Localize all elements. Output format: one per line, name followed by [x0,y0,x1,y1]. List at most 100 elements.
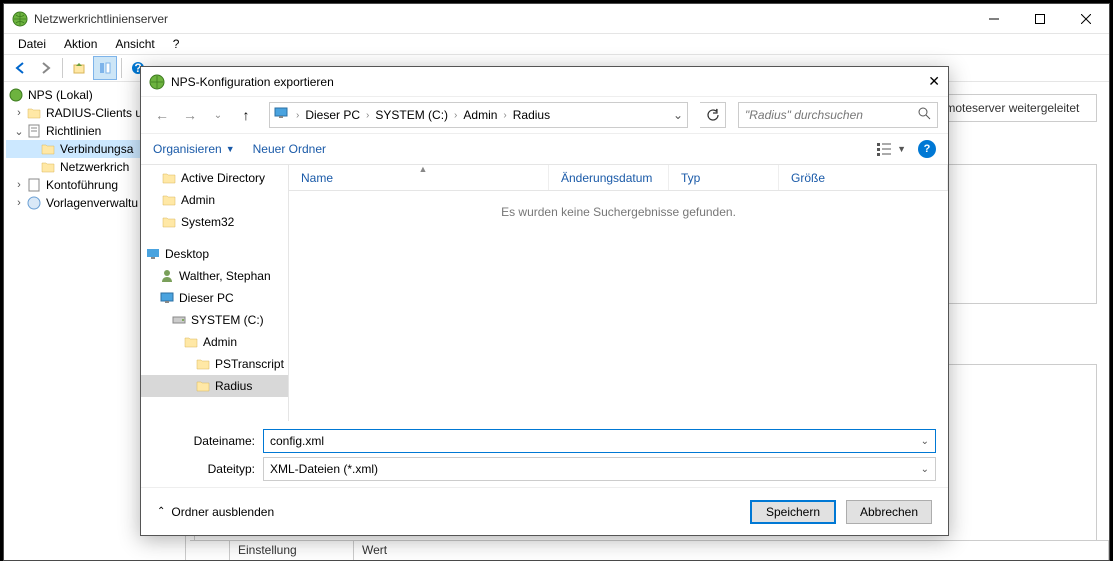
tree-item-admin2[interactable]: Admin [141,331,288,353]
tree-item-label: Kontoführung [46,178,118,192]
breadcrumb-radius[interactable]: Radius [509,108,554,122]
folder-icon [40,141,56,157]
dialog-titlebar: NPS-Konfiguration exportieren ✕ [141,67,948,97]
breadcrumb-drive[interactable]: SYSTEM (C:) [371,108,452,122]
menu-file[interactable]: Datei [10,35,54,53]
filename-input[interactable]: config.xml ⌄ [263,429,936,453]
expand-icon[interactable]: › [12,197,26,209]
tree-item-drive[interactable]: SYSTEM (C:) [141,309,288,331]
tree-item-thispc[interactable]: Dieser PC [141,287,288,309]
tree-item-label: Richtlinien [46,124,101,138]
sort-asc-icon: ▲ [419,164,428,174]
help-button[interactable]: ? [918,140,936,158]
chevron-right-icon[interactable]: › [452,110,459,121]
dialog-fields: Dateiname: config.xml ⌄ Dateityp: XML-Da… [141,421,948,487]
user-icon [159,268,175,284]
save-button[interactable]: Speichern [750,500,836,524]
tree-item-label: Netzwerkrich [60,160,129,174]
filename-label: Dateiname: [153,434,263,448]
close-button[interactable] [1063,4,1109,33]
chevron-down-icon[interactable]: ⌄ [921,464,929,475]
expand-icon[interactable]: › [12,179,26,191]
chevron-down-icon[interactable]: ⌄ [673,108,683,122]
chevron-down-icon: ▼ [897,144,906,154]
breadcrumb-pc[interactable]: Dieser PC [301,108,364,122]
export-dialog: NPS-Konfiguration exportieren ✕ ← → ⌄ ↑ … [140,66,949,536]
new-folder-button[interactable]: Neuer Ordner [253,142,326,156]
search-icon [918,107,931,123]
nps-app-icon [149,74,165,90]
breadcrumb-admin[interactable]: Admin [459,108,501,122]
column-name-label: Name [301,171,333,185]
column-size[interactable]: Größe [779,165,948,190]
tree-root-label: NPS (Lokal) [28,88,93,102]
drive-icon [171,312,187,328]
organize-button[interactable]: Organisieren ▼ [153,142,235,156]
breadcrumb[interactable]: › Dieser PC › SYSTEM (C:) › Admin › Radi… [269,102,688,128]
dialog-footer: ⌃ Ordner ausblenden Speichern Abbrechen [141,487,948,535]
chevron-right-icon[interactable]: › [501,110,508,121]
monitor-icon [274,107,290,123]
hide-folders-label: Ordner ausblenden [171,505,274,519]
folder-icon [161,214,177,230]
menu-help[interactable]: ? [165,35,188,53]
up-button[interactable] [67,56,91,80]
tree-item-user[interactable]: Walther, Stephan [141,265,288,287]
nav-up-button[interactable]: ↑ [235,104,257,126]
tree-item-admin[interactable]: Admin [141,189,288,211]
column-date[interactable]: Änderungsdatum [549,165,669,190]
bottom-col-setting[interactable]: Einstellung [230,541,354,560]
cancel-button[interactable]: Abbrechen [846,500,932,524]
tree-item-label: Vorlagenverwaltu [46,196,138,210]
nav-back-button[interactable]: ← [151,104,173,126]
dialog-close-button[interactable]: ✕ [908,73,940,90]
maximize-button[interactable] [1017,4,1063,33]
chevron-right-icon[interactable]: › [294,110,301,121]
hide-folders-button[interactable]: ⌃ Ordner ausblenden [157,505,274,519]
folder-icon [40,159,56,175]
chevron-down-icon[interactable]: ⌄ [921,436,929,447]
tree-label: Desktop [165,247,209,261]
nav-history-button[interactable]: ⌄ [207,104,229,126]
dialog-nav: ← → ⌄ ↑ › Dieser PC › SYSTEM (C:) › Admi… [141,97,948,133]
tree-item-system32[interactable]: System32 [141,211,288,233]
filetype-combo[interactable]: XML-Dateien (*.xml) ⌄ [263,457,936,481]
filetype-label: Dateityp: [153,462,263,476]
column-name[interactable]: Name ▲ [289,165,549,190]
expand-icon[interactable]: › [12,107,26,119]
tree-label: Admin [203,335,237,349]
collapse-icon[interactable]: ⌄ [12,125,26,138]
tree-label: Active Directory [181,171,265,185]
search-placeholder: "Radius" durchsuchen [745,108,918,122]
empty-results-text: Es wurden keine Suchergebnisse gefunden. [289,191,948,421]
dialog-title: NPS-Konfiguration exportieren [171,75,908,89]
tree-label: Dieser PC [179,291,234,305]
forward-button[interactable] [34,56,58,80]
search-input[interactable]: "Radius" durchsuchen [738,102,938,128]
menu-action[interactable]: Aktion [56,35,105,53]
minimize-button[interactable] [971,4,1017,33]
filetype-value: XML-Dateien (*.xml) [270,462,378,476]
tree-item-radius[interactable]: Radius [141,375,288,397]
back-button[interactable] [8,56,32,80]
properties-button[interactable] [93,56,117,80]
folder-icon [183,334,199,350]
tree-item-desktop[interactable]: Desktop [141,243,288,265]
tree-item-pstranscript[interactable]: PSTranscript [141,353,288,375]
tree-item-label: Verbindungsa [60,142,133,156]
tree-item-ad[interactable]: Active Directory [141,167,288,189]
filename-value: config.xml [270,434,324,448]
column-type[interactable]: Typ [669,165,779,190]
chevron-right-icon[interactable]: › [364,110,371,121]
nav-forward-button[interactable]: → [179,104,201,126]
menu-view[interactable]: Ansicht [107,35,162,53]
tree-item-label: RADIUS-Clients u [46,106,142,120]
refresh-button[interactable] [700,102,726,128]
dialog-file-list: Name ▲ Änderungsdatum Typ Größe Es wurde… [289,165,948,421]
desktop-icon [145,246,161,262]
tree-label: Walther, Stephan [179,269,271,283]
bottom-col-value[interactable]: Wert [354,541,1109,560]
view-mode-button[interactable]: ▼ [877,142,906,156]
template-icon [26,195,42,211]
bottom-columns: Einstellung Wert [190,540,1109,560]
